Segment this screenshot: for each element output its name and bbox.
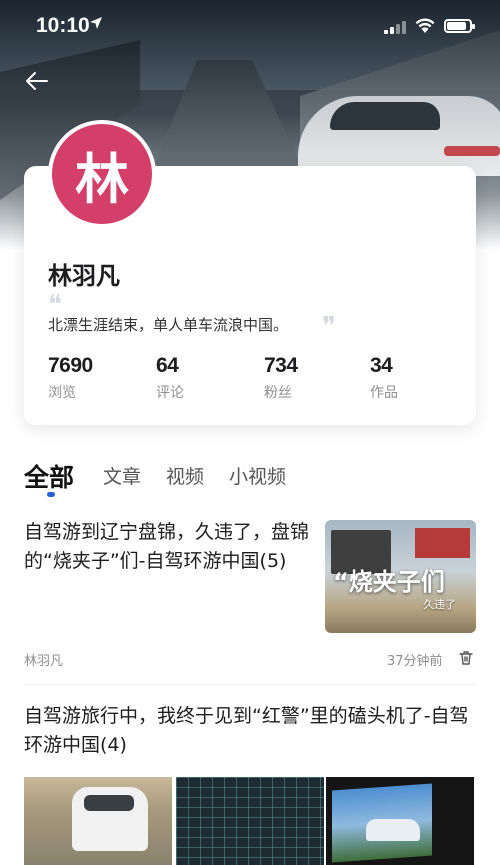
status-bar: 10:10 [0, 0, 500, 52]
avatar[interactable]: 林 [48, 120, 156, 228]
article-image[interactable] [176, 777, 324, 865]
stat-views[interactable]: 7690 浏览 [48, 354, 93, 402]
article-thumbnail[interactable]: “烧夹子们 久违了 [325, 520, 476, 633]
article-title[interactable]: 自驾游旅行中，我终于见到“红警”里的磕头机了-自驾环游中国(4) [24, 702, 476, 760]
tab-all[interactable]: 全部 [24, 458, 74, 494]
stat-label: 评论 [156, 385, 184, 401]
article-time: 37分钟前 [387, 654, 443, 669]
profile-name: 林羽凡 [48, 262, 120, 290]
article-title[interactable]: 自驾游到辽宁盘锦，久违了，盘锦的“烧夹子”们-自驾环游中国(5) [24, 518, 314, 576]
battery-level [447, 22, 466, 30]
active-tab-indicator [47, 492, 55, 497]
stat-value: 34 [370, 354, 393, 377]
trash-icon [459, 651, 473, 665]
cellular-signal-icon [384, 20, 408, 34]
stat-comments[interactable]: 64 评论 [156, 354, 184, 402]
stat-label: 粉丝 [264, 385, 292, 401]
article-image[interactable] [326, 777, 474, 865]
wifi-icon [414, 16, 436, 34]
stat-label: 浏览 [48, 385, 76, 401]
stat-value: 734 [264, 354, 298, 377]
tab-articles[interactable]: 文章 [103, 462, 141, 489]
back-button[interactable] [22, 66, 52, 96]
tab-short-videos[interactable]: 小视频 [229, 462, 286, 489]
stat-followers[interactable]: 734 粉丝 [264, 354, 298, 402]
divider [24, 684, 476, 685]
thumbnail-caption: “烧夹子们 [333, 568, 445, 596]
stat-works[interactable]: 34 作品 [370, 354, 398, 402]
battery-icon [444, 19, 475, 33]
quote-close-icon: ❞ [322, 312, 336, 342]
stat-label: 作品 [370, 385, 398, 401]
thumbnail-subcaption: 久违了 [423, 598, 456, 611]
tab-videos[interactable]: 视频 [166, 462, 204, 489]
delete-button[interactable] [457, 649, 475, 667]
article-image[interactable] [24, 777, 172, 865]
stat-value: 64 [156, 354, 179, 377]
location-arrow-icon [89, 16, 103, 34]
avatar-initial: 林 [75, 147, 129, 211]
status-time: 10:10 [36, 14, 90, 37]
back-arrow-icon [26, 72, 48, 90]
profile-bio: 北漂生涯结束，单人单车流浪中国。 [48, 316, 289, 334]
stat-value: 7690 [48, 354, 93, 377]
article-author[interactable]: 林羽凡 [24, 650, 63, 669]
